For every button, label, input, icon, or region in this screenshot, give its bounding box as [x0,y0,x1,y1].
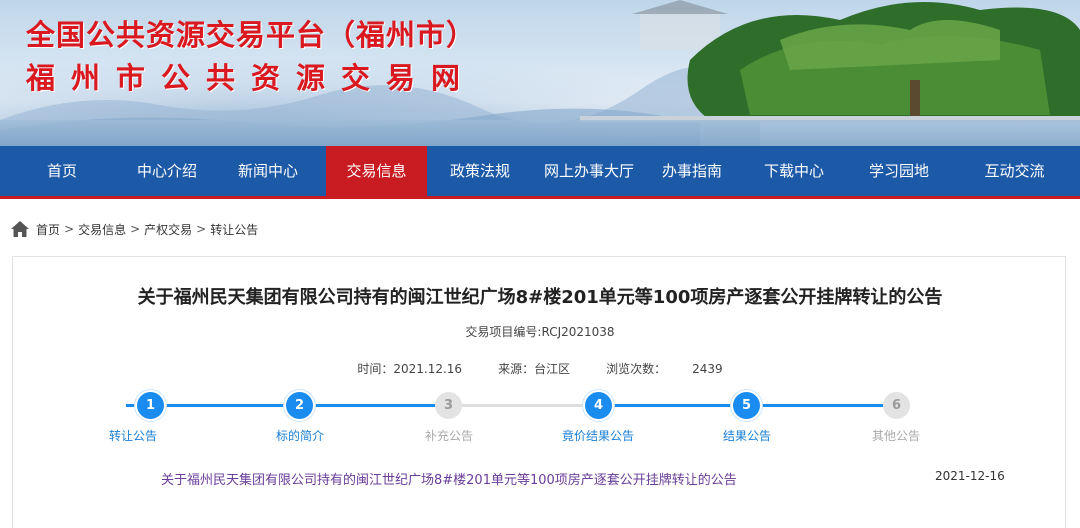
main-nav: 首页 中心介绍 新闻中心 交易信息 政策法规 网上办事大厅 办事指南 下载中心 … [0,146,1080,196]
project-code: 交易项目编号:RCJ2021038 [465,325,615,339]
announcement-link[interactable]: 关于福州民天集团有限公司持有的闽江世纪广场8#楼201单元等100项房产逐套公开… [161,469,737,488]
views-count: 2439 [692,362,723,376]
nav-item-guide[interactable]: 办事指南 [645,146,739,196]
source: 来源：台江区 [498,362,571,376]
announcement-row: 关于福州民天集团有限公司持有的闽江世纪广场8#楼201单元等100项房产逐套公开… [13,469,1067,489]
step-3-circle[interactable]: 3 [435,392,462,419]
breadcrumb-separator: > [196,222,207,236]
step-1-circle[interactable]: 1 [137,392,164,419]
nav-accent-bar [0,196,1080,199]
step-2-circle[interactable]: 2 [286,392,313,419]
step-1-label[interactable]: 转让公告 [83,427,183,444]
nav-item-downloads[interactable]: 下载中心 [739,146,849,196]
nav-item-home[interactable]: 首页 [0,146,124,196]
nav-item-online-hall[interactable]: 网上办事大厅 [533,146,645,196]
breadcrumb-property-trade[interactable]: 产权交易 [144,221,192,238]
article-title: 关于福州民天集团有限公司持有的闽江世纪广场8#楼201单元等100项房产逐套公开… [137,287,943,308]
breadcrumb-separator: > [64,222,75,236]
banner-water [0,120,1080,146]
breadcrumb-separator: > [130,222,141,236]
breadcrumb-transfer-notice[interactable]: 转让公告 [210,221,258,238]
step-connector [441,404,589,407]
home-icon [11,221,29,237]
step-6-label[interactable]: 其他公告 [846,427,946,444]
step-4-label[interactable]: 竟价结果公告 [548,427,648,444]
step-5-circle[interactable]: 5 [733,392,760,419]
breadcrumb-home[interactable]: 首页 [36,221,60,238]
nav-item-about[interactable]: 中心介绍 [124,146,210,196]
nav-item-news[interactable]: 新闻中心 [210,146,326,196]
publish-time: 时间：2021.12.16 [357,362,463,376]
step-2-label[interactable]: 标的简介 [250,427,350,444]
article-panel: 关于福州民天集团有限公司持有的闽江世纪广场8#楼201单元等100项房产逐套公开… [12,256,1066,528]
step-connector [126,404,441,407]
breadcrumb: 首页 > 交易信息 > 产权交易 > 转让公告 [10,219,258,239]
breadcrumb-trade-info[interactable]: 交易信息 [78,221,126,238]
step-3-label[interactable]: 补充公告 [399,427,499,444]
article-meta: 时间：2021.12.16 来源：台江区 浏览次数： 2439 [13,360,1067,377]
site-title-secondary: 福州市公共资源交易网 [26,61,477,95]
nav-item-policy[interactable]: 政策法规 [427,146,533,196]
nav-item-learning[interactable]: 学习园地 [849,146,949,196]
nav-item-trade-info[interactable]: 交易信息 [326,146,427,196]
step-4-circle[interactable]: 4 [585,392,612,419]
step-6-circle[interactable]: 6 [883,392,910,419]
nav-item-interaction[interactable]: 互动交流 [949,146,1080,196]
step-5-label[interactable]: 结果公告 [697,427,797,444]
announcement-date: 2021-12-16 [935,469,1005,483]
process-steps: 1 2 3 4 5 6 转让公告 标的简介 补充公告 竟价结果公告 结果公告 其… [13,392,1067,452]
views-label: 浏览次数： [606,362,667,376]
site-title-primary: 全国公共资源交易平台（福州市） [26,18,477,52]
header-banner: 全国公共资源交易平台（福州市） 福州市公共资源交易网 [0,0,1080,146]
